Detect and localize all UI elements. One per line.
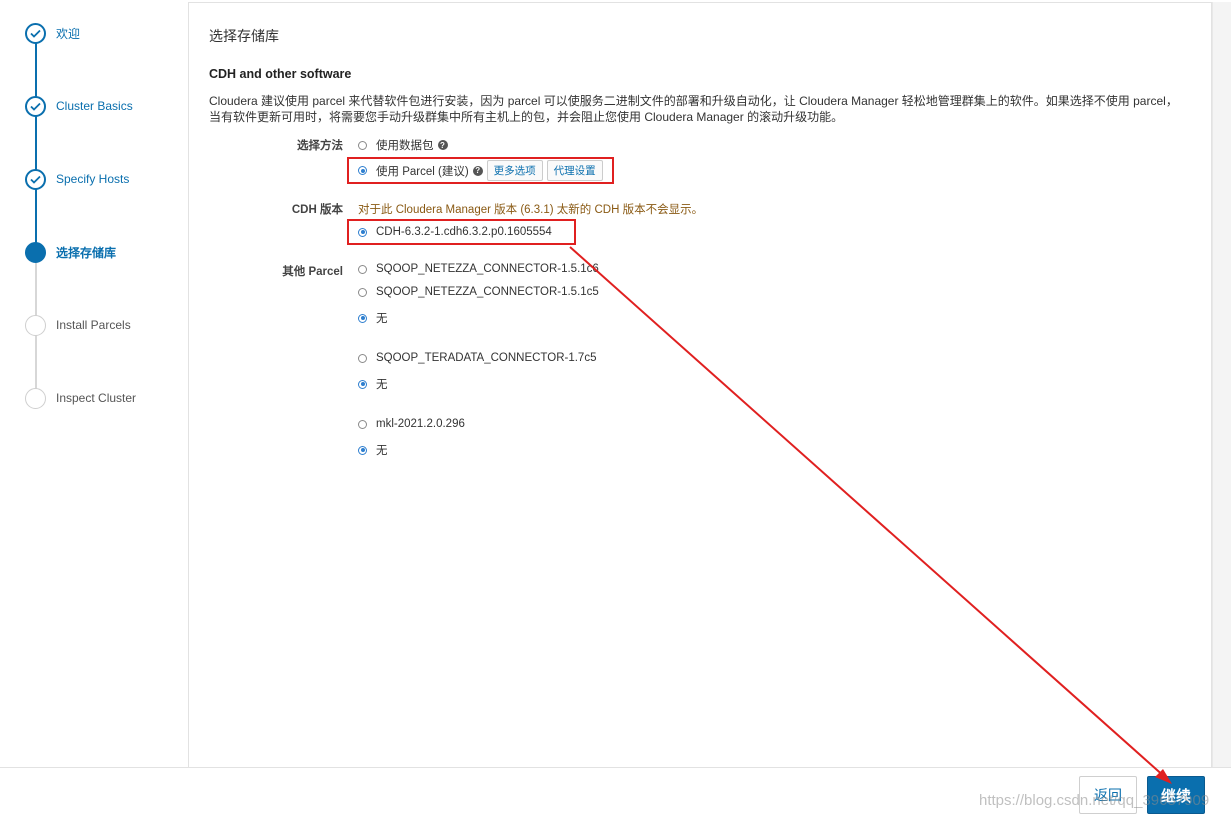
page: 欢迎 Cluster Basics Specify Hosts 选择存储库 In…: [0, 0, 1231, 821]
step-label: Specify Hosts: [56, 172, 130, 186]
step-label: 欢迎: [56, 26, 81, 41]
parcel-option[interactable]: 无: [358, 442, 388, 458]
radio-mkl-none[interactable]: [358, 445, 367, 455]
check-icon: [25, 95, 46, 117]
step-label: Cluster Basics: [56, 99, 133, 113]
parcel-option[interactable]: SQOOP_NETEZZA_CONNECTOR-1.5.1c5: [358, 286, 599, 298]
current-step-dot-icon: [25, 241, 46, 263]
check-icon: [25, 168, 46, 190]
parcel-option-label: 无: [376, 313, 388, 325]
radio-netezza-none[interactable]: [358, 313, 367, 323]
parcel-option-label: mkl-2021.2.0.296: [376, 418, 465, 430]
help-icon[interactable]: ?: [437, 140, 448, 150]
parcel-option-label: SQOOP_NETEZZA_CONNECTOR-1.5.1c6: [376, 263, 599, 275]
scrollbar[interactable]: [1212, 2, 1231, 767]
step-welcome[interactable]: 欢迎: [25, 22, 80, 44]
cdh-version-warning: 对于此 Cloudera Manager 版本 (6.3.1) 太新的 CDH …: [358, 204, 704, 216]
parcel-option-label: SQOOP_NETEZZA_CONNECTOR-1.5.1c5: [376, 286, 599, 298]
section-title: CDH and other software: [209, 67, 352, 81]
radio-netezza-c5[interactable]: [358, 287, 367, 297]
pending-step-dot-icon: [25, 387, 46, 409]
parcel-option[interactable]: mkl-2021.2.0.296: [358, 418, 465, 430]
radio-netezza-c6[interactable]: [358, 264, 367, 274]
step-label: Install Parcels: [56, 318, 131, 332]
annotation-box-parcel: [347, 157, 614, 184]
step-inspect-cluster: Inspect Cluster: [25, 387, 136, 409]
annotation-box-cdh-version: [347, 219, 576, 245]
parcel-option[interactable]: SQOOP_NETEZZA_CONNECTOR-1.5.1c6: [358, 263, 599, 275]
parcel-option-label: SQOOP_TERADATA_CONNECTOR-1.7c5: [376, 352, 597, 364]
step-select-repository[interactable]: 选择存储库: [25, 241, 116, 263]
main-content: 选择存储库 CDH and other software Cloudera 建议…: [209, 26, 1189, 125]
footer-bar: [0, 767, 1231, 821]
parcel-option-label: 无: [376, 445, 388, 457]
step-label: 选择存储库: [56, 245, 117, 260]
radio-mkl[interactable]: [358, 419, 367, 429]
parcel-option[interactable]: 无: [358, 310, 388, 326]
back-button[interactable]: 返回: [1079, 776, 1137, 814]
other-parcel-label: 其他 Parcel: [282, 266, 343, 278]
parcel-option[interactable]: SQOOP_TERADATA_CONNECTOR-1.7c5: [358, 352, 596, 364]
step-install-parcels: Install Parcels: [25, 314, 131, 336]
parcel-option[interactable]: 无: [358, 376, 388, 392]
step-specify-hosts[interactable]: Specify Hosts: [25, 168, 129, 190]
pending-step-dot-icon: [25, 314, 46, 336]
method-label: 选择方法: [297, 140, 343, 152]
radio-teradata[interactable]: [358, 353, 367, 363]
option-packages-label: 使用数据包: [376, 140, 434, 152]
rail-completed: [35, 34, 37, 252]
radio-teradata-none[interactable]: [358, 379, 367, 389]
cdh-version-label: CDH 版本: [291, 204, 343, 216]
radio-packages[interactable]: [358, 140, 367, 150]
step-cluster-basics[interactable]: Cluster Basics: [25, 95, 133, 117]
parcel-option-label: 无: [376, 379, 388, 391]
page-title: 选择存储库: [209, 28, 279, 44]
wizard-progress-rail: [35, 34, 37, 398]
step-label: Inspect Cluster: [56, 391, 137, 405]
continue-button[interactable]: 继续: [1147, 776, 1205, 814]
option-packages[interactable]: 使用数据包 ?: [358, 137, 448, 153]
check-icon: [25, 22, 46, 44]
description: Cloudera 建议使用 parcel 来代替软件包进行安装，因为 parce…: [209, 94, 1178, 124]
